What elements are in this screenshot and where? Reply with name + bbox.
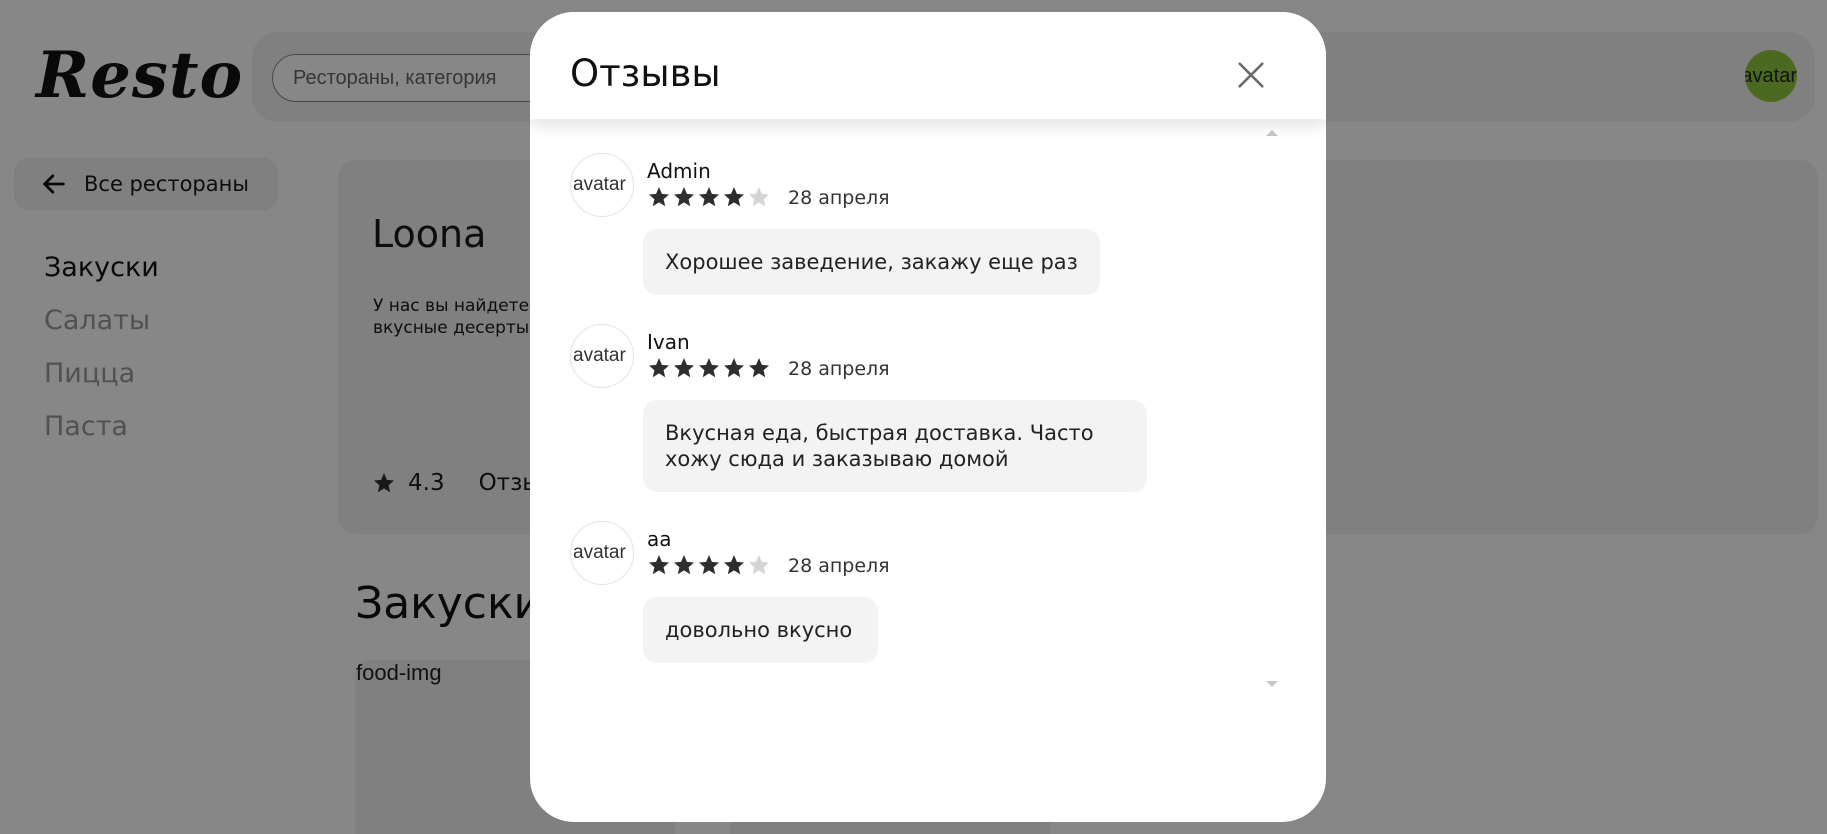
star-filled-icon (674, 358, 694, 378)
modal-header: Отзывы (530, 12, 1326, 119)
star-empty-icon (749, 555, 769, 575)
star-filled-icon (699, 555, 719, 575)
avatar-alt: avatar (573, 542, 626, 563)
rating-stars (647, 356, 771, 380)
rating-stars (647, 553, 771, 577)
avatar-alt: avatar (573, 174, 626, 195)
close-icon[interactable] (1234, 58, 1268, 92)
avatar: avatar (570, 324, 634, 388)
review-author: Ivan (647, 330, 690, 354)
avatar: avatar (570, 521, 634, 585)
avatar-alt: avatar (573, 345, 626, 366)
review-author: aa (647, 527, 672, 551)
review-author: Admin (647, 159, 711, 183)
modal-title: Отзывы (570, 52, 721, 95)
review-date: 28 апреля (788, 187, 890, 209)
review-text: Вкусная еда, быстрая доставка. Часто хож… (643, 400, 1147, 492)
avatar: avatar (570, 153, 634, 217)
rating-stars (647, 185, 771, 209)
star-filled-icon (699, 187, 719, 207)
star-filled-icon (724, 187, 744, 207)
scroll-up-arrow[interactable] (1266, 130, 1278, 136)
star-filled-icon (674, 187, 694, 207)
review-date: 28 апреля (788, 358, 890, 380)
review-text: Хорошее заведение, закажу еще раз (643, 229, 1100, 295)
reviews-modal: Отзывы avatar Admin 28 апреля Хорошее за… (530, 12, 1326, 822)
star-filled-icon (749, 358, 769, 378)
star-filled-icon (649, 358, 669, 378)
star-filled-icon (724, 358, 744, 378)
star-filled-icon (649, 187, 669, 207)
star-filled-icon (699, 358, 719, 378)
star-empty-icon (749, 187, 769, 207)
review-date: 28 апреля (788, 555, 890, 577)
star-filled-icon (649, 555, 669, 575)
star-filled-icon (724, 555, 744, 575)
scroll-down-arrow[interactable] (1266, 681, 1278, 687)
review-text: довольно вкусно (643, 597, 878, 663)
star-filled-icon (674, 555, 694, 575)
